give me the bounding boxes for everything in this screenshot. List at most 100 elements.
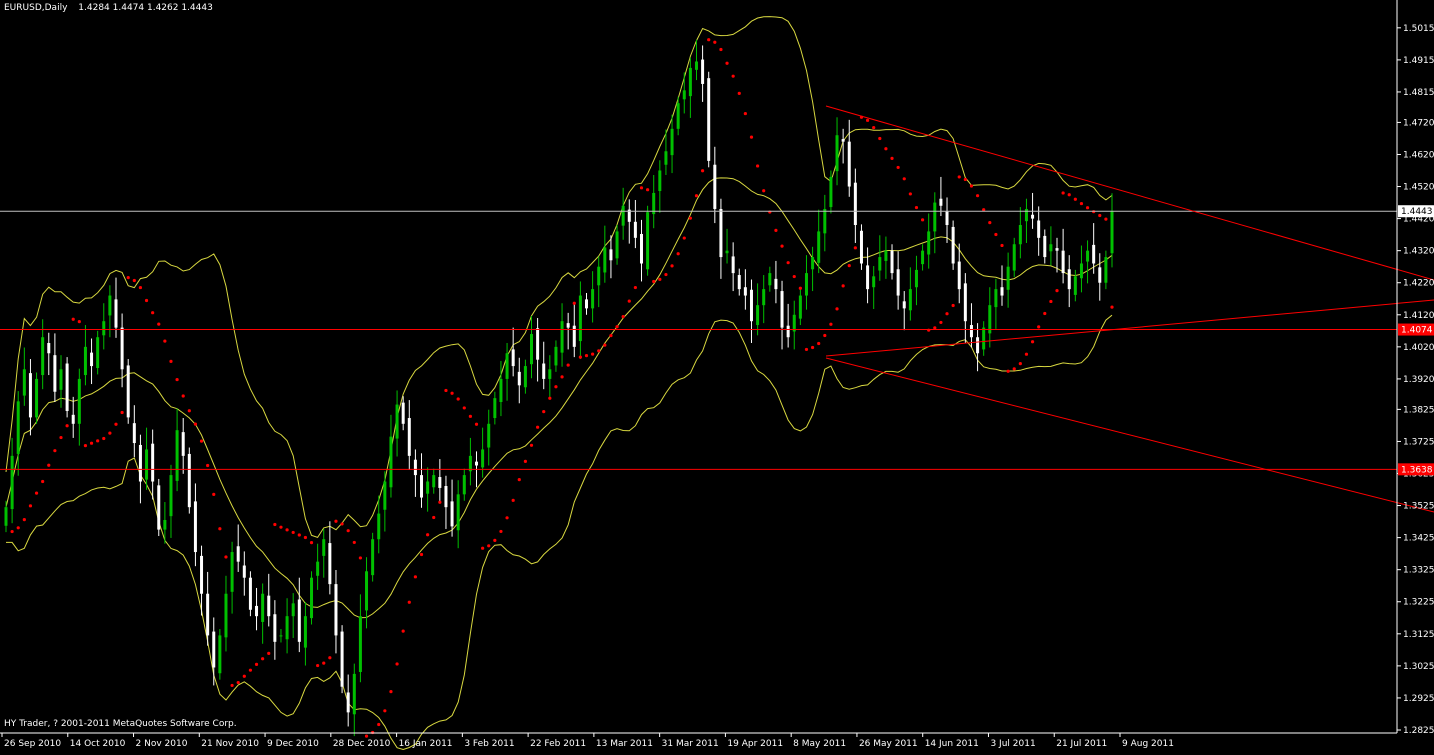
psar-dot — [34, 491, 39, 495]
y-tick-label: 1.3525 — [1403, 502, 1434, 512]
psar-dot — [1037, 325, 1041, 329]
candle-body — [811, 257, 815, 270]
candle-body — [517, 371, 521, 386]
psar-dot — [267, 651, 271, 655]
psar-dot — [933, 326, 937, 330]
candle-body — [639, 233, 643, 264]
candle-body — [737, 275, 741, 290]
psar-dot — [169, 359, 173, 363]
psar-dot — [206, 463, 210, 468]
psar-dot — [560, 375, 564, 379]
psar-dot — [817, 341, 821, 346]
candle-body — [83, 346, 87, 376]
candle-body — [908, 289, 912, 311]
candle-body — [725, 250, 729, 254]
candle-body — [310, 577, 314, 619]
candle-body — [792, 314, 796, 332]
candle-body — [279, 635, 283, 637]
psar-dot — [407, 600, 411, 604]
psar-dot — [16, 526, 20, 530]
psar-dot — [151, 311, 155, 315]
psar-dot — [829, 322, 833, 326]
candle-body — [1012, 244, 1016, 271]
psar-dot — [426, 533, 430, 537]
psar-dot — [591, 352, 595, 356]
psar-dot — [340, 522, 344, 526]
candle-body — [548, 369, 552, 379]
psar-dot — [1104, 217, 1108, 221]
candle-body — [817, 231, 821, 263]
psar-dot — [920, 218, 925, 222]
candle-body — [65, 363, 69, 411]
y-tick-label: 1.3425 — [1403, 534, 1434, 544]
price-chart[interactable]: 1.5015 1.4915 1.4815 1.4720 1.4620 1.4520 1.44… — [0, 0, 1434, 751]
candle-body — [933, 202, 937, 232]
psar-dot — [77, 320, 81, 324]
candle-body — [163, 519, 167, 530]
candle-body — [4, 507, 8, 526]
candle-body — [285, 616, 289, 640]
candle-body — [334, 584, 338, 636]
psar-dot — [248, 668, 253, 672]
copyright-text: HY Trader, ? 2001-2011 MetaQuotes Softwa… — [4, 719, 237, 729]
candle-body — [102, 321, 106, 336]
candle-body — [646, 212, 650, 270]
candle-body — [969, 325, 973, 338]
psar-dot — [529, 443, 534, 447]
psar-dot — [499, 529, 503, 534]
psar-dot — [1085, 206, 1090, 210]
y-tick-label: 1.5015 — [1403, 24, 1434, 34]
candle-body — [621, 205, 625, 226]
candle-body — [554, 346, 558, 366]
psar-dot — [291, 530, 295, 535]
psar-dot — [1055, 288, 1059, 293]
candle-body — [28, 373, 32, 418]
x-tick-label: 2 Nov 2010 — [136, 739, 188, 749]
psar-dot — [395, 662, 399, 666]
psar-dot — [41, 479, 45, 484]
psar-dot — [346, 529, 350, 533]
y-tick-label: 1.4120 — [1403, 311, 1434, 321]
candle-body — [120, 327, 124, 370]
candle-body — [181, 432, 185, 456]
psar-dot — [328, 656, 332, 660]
candle-body — [475, 461, 479, 466]
candle-body — [823, 208, 827, 234]
candle-body — [902, 301, 906, 309]
candle-body — [230, 552, 234, 592]
candle-body — [47, 343, 51, 354]
psar-dot — [28, 504, 33, 508]
psar-dot — [743, 111, 747, 116]
candle-body — [780, 291, 784, 328]
candle-body — [1067, 269, 1071, 290]
chart-window[interactable]: 1.5015 1.4915 1.4815 1.4720 1.4620 1.4520 1.44… — [0, 0, 1434, 751]
psar-dot — [481, 546, 485, 550]
y-tick-label: 1.4320 — [1403, 247, 1434, 257]
candle-body — [90, 352, 94, 367]
candle-body — [59, 369, 63, 390]
candle-body — [371, 539, 375, 576]
candle-body — [768, 273, 772, 286]
candle-body — [982, 327, 986, 350]
psar-dot — [474, 422, 479, 426]
candle-body — [303, 616, 307, 648]
candle-body — [841, 139, 845, 142]
candle-body — [1006, 266, 1010, 290]
candle-body — [1098, 267, 1102, 283]
psar-dot — [914, 205, 919, 210]
candle-body — [688, 67, 692, 97]
candle-body — [151, 443, 155, 482]
candle-body — [389, 436, 393, 488]
candle-body — [743, 287, 747, 296]
x-tick-label: 26 Sep 2010 — [4, 739, 61, 749]
psar-dot — [236, 680, 240, 685]
psar-dot — [254, 662, 259, 666]
psar-dot — [126, 275, 130, 280]
psar-dot — [59, 435, 63, 440]
candle-body — [756, 305, 760, 326]
psar-dot — [511, 498, 515, 502]
candle-body — [523, 366, 527, 388]
psar-dot — [841, 284, 845, 288]
psar-dot — [536, 425, 540, 429]
y-tick-label: 1.2825 — [1403, 726, 1434, 736]
